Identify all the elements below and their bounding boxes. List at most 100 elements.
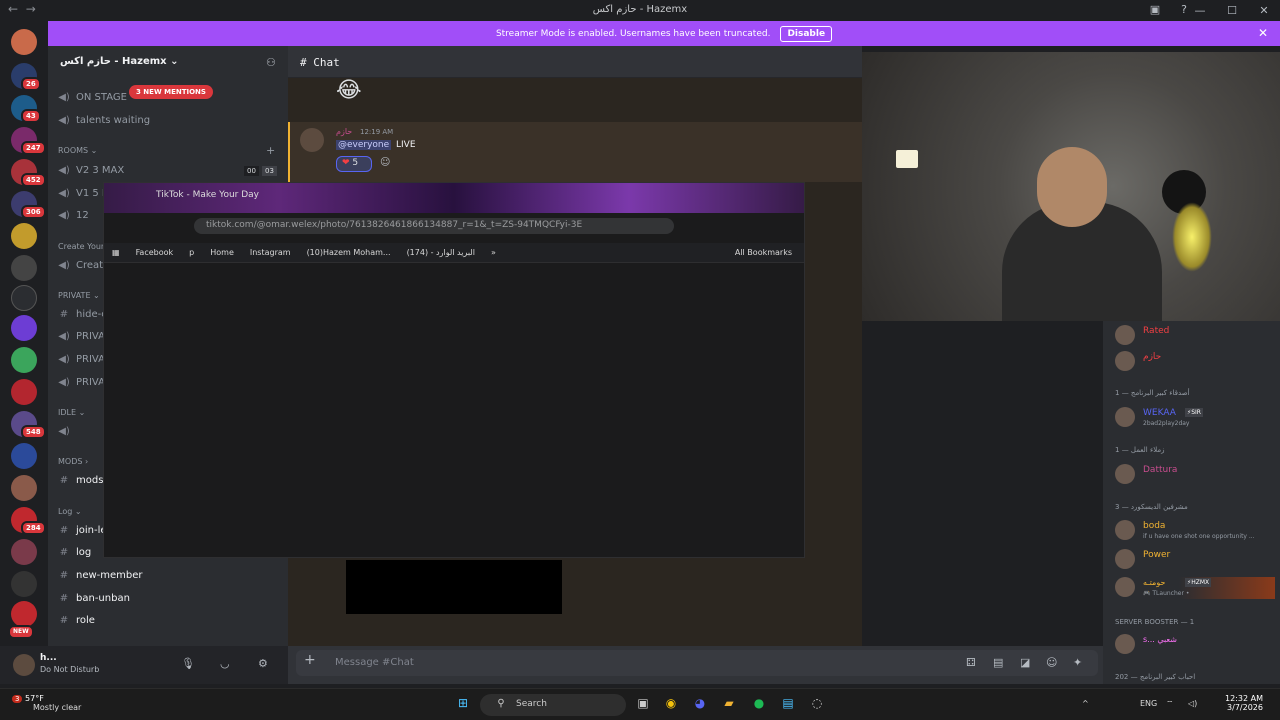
channel-log[interactable]: # ban-unban — [58, 593, 130, 604]
emoji-icon[interactable]: ☺ — [1046, 656, 1057, 669]
channel-idle[interactable]: ◀) — [58, 426, 70, 437]
everyone-mention[interactable]: @everyone — [336, 140, 392, 150]
member-item[interactable]: Dattura — [1115, 464, 1275, 486]
invite-icon[interactable]: ⚇ — [266, 56, 276, 69]
settings-gear-icon[interactable]: ⚙ — [258, 657, 268, 670]
task-view-icon[interactable]: ▣ — [634, 696, 652, 714]
tray-overflow-icon[interactable]: ^ — [1082, 699, 1089, 708]
weather-widget[interactable]: 3 57°F Mostly clear — [12, 694, 81, 712]
microphone-icon[interactable]: 🎙 — [181, 657, 195, 670]
app-icon[interactable]: ◌ — [808, 696, 826, 714]
maximize-button[interactable]: ☐ — [1216, 0, 1248, 21]
category-log[interactable]: Log ⌄ — [58, 507, 82, 516]
server-name-dropdown[interactable]: حازم اكس - Hazemx ⌄ — [60, 56, 179, 67]
channel-mods[interactable]: # mods — [58, 475, 104, 486]
channel-log[interactable]: # join-le — [58, 525, 107, 536]
member-item[interactable]: boda if u have one shot one opportunity .… — [1115, 520, 1275, 542]
reaction-heart[interactable]: ❤ 5 — [336, 156, 372, 172]
inbox-icon[interactable]: ▣ — [1148, 3, 1162, 17]
server-icon[interactable] — [11, 223, 37, 249]
server-icon[interactable] — [11, 255, 37, 281]
server-icon[interactable] — [11, 285, 37, 311]
server-icon[interactable] — [11, 475, 37, 501]
add-reaction-icon[interactable]: ☺ — [380, 157, 390, 168]
channel-log[interactable]: # role — [58, 615, 95, 626]
channel-label: PRIVA — [76, 377, 105, 388]
server-icon[interactable] — [11, 601, 37, 627]
member-item[interactable]: s... ‎شعبي — [1115, 634, 1275, 656]
minimize-button[interactable]: — — [1184, 0, 1216, 21]
channel-room[interactable]: ◀) 12 — [58, 210, 89, 221]
attach-plus-icon[interactable]: + — [304, 652, 316, 668]
channel-log[interactable]: # log — [58, 547, 91, 558]
message-input[interactable]: Message #Chat — [335, 657, 414, 668]
more-bookmarks[interactable]: » — [491, 248, 496, 257]
bookmark-inbox[interactable]: (174) - البريد الوارد — [407, 248, 475, 257]
category-private[interactable]: PRIVATE ⌄ — [58, 291, 100, 300]
bookmark-p[interactable]: p — [189, 248, 194, 257]
member-item[interactable]: Power — [1115, 549, 1275, 571]
channel-private[interactable]: ◀) PRIVA — [58, 354, 105, 365]
file-explorer-icon[interactable]: ▰ — [720, 696, 738, 714]
wifi-icon[interactable]: ⌔ — [1166, 699, 1174, 709]
headphones-icon[interactable]: ◡ — [220, 657, 230, 670]
discord-icon[interactable]: ◕ — [691, 696, 709, 714]
avatar — [1115, 351, 1135, 371]
bookmark-home[interactable]: Home — [210, 248, 234, 257]
avatar[interactable] — [300, 128, 324, 152]
channel-talents-waiting[interactable]: ◀) talents waiting — [58, 115, 150, 126]
bookmark-facebook[interactable]: Facebook — [136, 248, 174, 257]
channel-label: talents waiting — [76, 115, 151, 126]
channel-private[interactable]: ◀) PRIVA — [58, 331, 105, 342]
server-icon[interactable] — [11, 315, 37, 341]
disable-streamer-button[interactable]: Disable — [780, 25, 833, 42]
apps-icon[interactable]: ▦ — [112, 248, 120, 257]
channel-private[interactable]: # hide-c — [58, 309, 107, 320]
close-banner-icon[interactable]: ✕ — [1258, 26, 1268, 40]
browser-tab[interactable]: TikTok - Make Your Day — [156, 190, 259, 200]
unread-badge: 43 — [21, 109, 41, 123]
category-rooms[interactable]: ROOMS ⌄ — [58, 146, 97, 155]
message-author[interactable]: حازم — [336, 127, 352, 136]
embed-preview[interactable] — [346, 560, 562, 614]
language-indicator[interactable]: ENG — [1140, 699, 1157, 708]
volume-icon[interactable]: ◁) — [1188, 699, 1197, 708]
member-item[interactable]: Rated — [1115, 325, 1275, 347]
bookmark-hazem[interactable]: (10)Hazem Moham... — [307, 248, 391, 257]
channel-on-stage[interactable]: ◀) ON STAGE — [58, 92, 127, 103]
taskbar-clock[interactable]: 12:32 AM 3/7/2026 — [1225, 694, 1263, 712]
spotify-icon[interactable]: ● — [750, 696, 768, 714]
username[interactable]: h... — [40, 653, 57, 663]
close-window-button[interactable]: ✕ — [1248, 0, 1280, 21]
new-mentions-badge[interactable]: 3 NEW MENTIONS — [129, 85, 213, 99]
channel-create[interactable]: ◀) Create — [58, 260, 109, 271]
server-icon[interactable] — [11, 571, 37, 597]
member-item[interactable]: WEKAA ⚡SIR 2bad2play2day — [1115, 407, 1275, 429]
channel-log[interactable]: # new-member — [58, 570, 143, 581]
app-icon[interactable]: ▤ — [779, 696, 797, 714]
category-mods[interactable]: MODS › — [58, 457, 88, 466]
add-channel-icon[interactable]: + — [266, 144, 275, 157]
address-bar[interactable]: tiktok.com/@omar.welex/photo/76138264618… — [194, 218, 674, 234]
chrome-icon[interactable]: ◉ — [662, 696, 680, 714]
server-icon[interactable] — [11, 347, 37, 373]
bookmark-instagram[interactable]: Instagram — [250, 248, 291, 257]
server-icon[interactable] — [11, 29, 37, 55]
member-item[interactable]: حازم — [1115, 351, 1275, 373]
server-icon[interactable] — [11, 539, 37, 565]
gift-icon[interactable]: ⚃ — [966, 656, 976, 669]
category-create[interactable]: Create Your — [58, 242, 104, 251]
sticker-icon[interactable]: ◪ — [1020, 656, 1030, 669]
apps-icon[interactable]: ✦ — [1073, 656, 1082, 669]
all-bookmarks[interactable]: All Bookmarks — [735, 248, 792, 257]
start-icon[interactable]: ⊞ — [454, 696, 472, 714]
server-icon[interactable] — [11, 443, 37, 469]
avatar[interactable] — [13, 654, 35, 676]
server-icon[interactable] — [11, 379, 37, 405]
gif-icon[interactable]: ▤ — [993, 656, 1003, 669]
member-item[interactable]: حومتـه ⚡HZMX 🎮 TLauncher • — [1115, 577, 1275, 599]
channel-private[interactable]: ◀) PRIVA — [58, 377, 105, 388]
message-input-box[interactable] — [296, 650, 1098, 676]
channel-room[interactable]: ◀) V2 3 MAX — [58, 165, 124, 176]
category-idle[interactable]: IDLE ⌄ — [58, 408, 85, 417]
